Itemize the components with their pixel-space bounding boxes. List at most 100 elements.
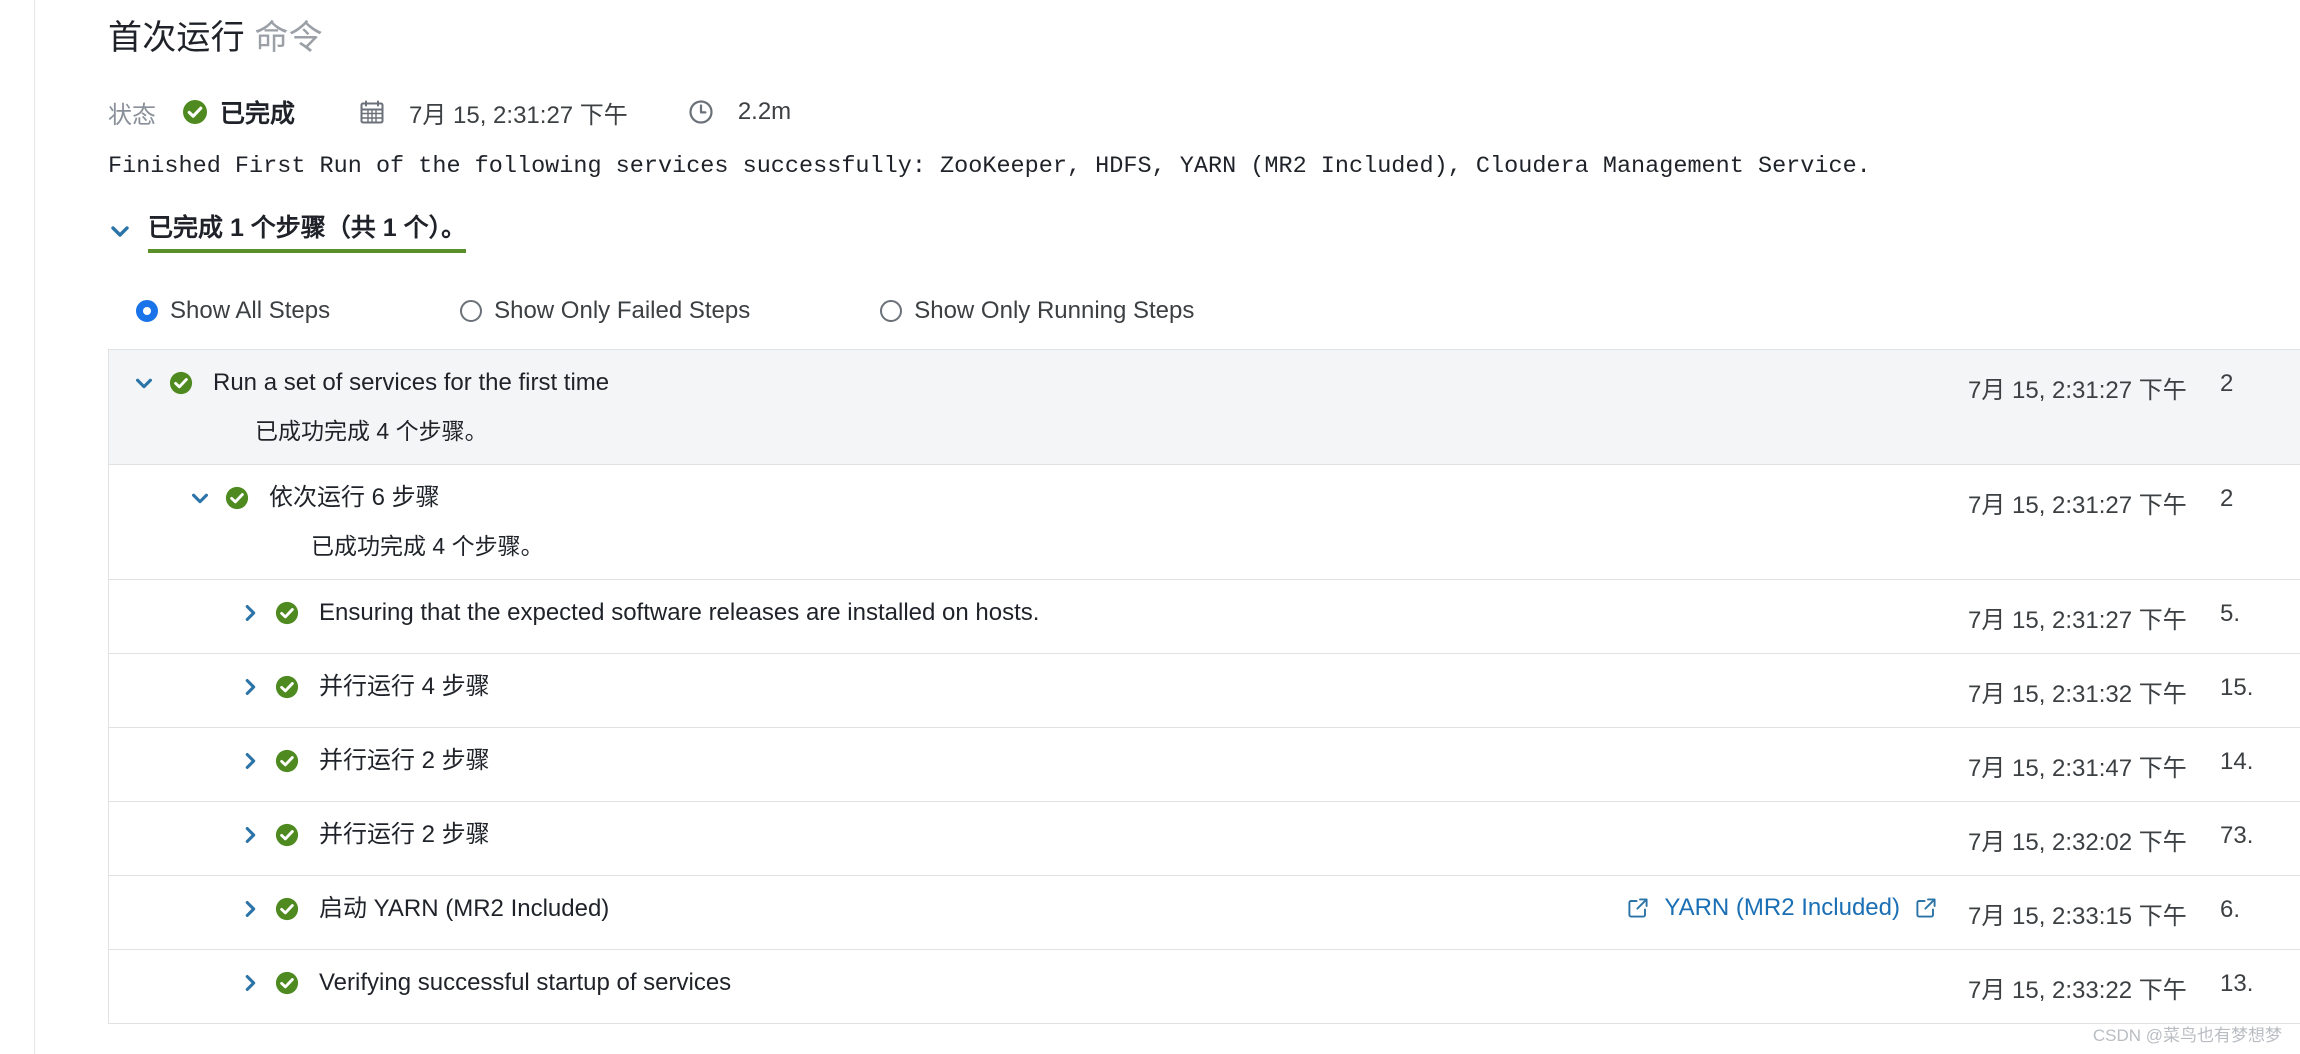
clock-icon — [688, 99, 714, 125]
radio-show-only-failed-steps[interactable]: Show Only Failed Steps — [460, 297, 750, 325]
success-check-icon — [275, 823, 299, 847]
step-texts: 并行运行 2 步骤 — [319, 746, 490, 776]
radio-mark-icon[interactable] — [460, 300, 483, 322]
step-duration: 73. — [2220, 822, 2254, 849]
table-row[interactable]: 启动 YARN (MR2 Included) YARN (MR2 Include… — [109, 876, 2300, 950]
table-row[interactable]: Ensuring that the expected software rele… — [109, 580, 2300, 654]
start-time-item: 7月 15, 2:31:27 下午 — [359, 95, 628, 130]
step-title: 并行运行 2 步骤 — [319, 747, 490, 774]
step-texts: Verifying successful startup of services — [319, 968, 731, 998]
table-row[interactable]: 依次运行 6 步骤 已成功完成 4 个步骤。 7月 15, 2:31:27 下午… — [109, 465, 2300, 580]
radio-show-all-steps[interactable]: Show All Steps — [136, 297, 330, 325]
table-row[interactable]: Verifying successful startup of services… — [109, 950, 2300, 1024]
table-row[interactable]: 并行运行 2 步骤 7月 15, 2:31:47 下午 14. — [109, 728, 2300, 802]
start-time-value: 7月 15, 2:31:27 下午 — [409, 101, 628, 129]
table-row[interactable]: 并行运行 4 步骤 7月 15, 2:31:32 下午 15. — [109, 654, 2300, 728]
step-duration: 13. — [2220, 970, 2254, 997]
step-title: 并行运行 2 步骤 — [319, 821, 490, 848]
success-check-icon — [275, 897, 299, 921]
step-subtitle: 已成功完成 4 个步骤。 — [311, 533, 544, 559]
success-check-icon — [225, 486, 249, 510]
table-row[interactable]: 并行运行 2 步骤 7月 15, 2:32:02 下午 73. — [109, 802, 2300, 876]
step-time: 7月 15, 2:31:47 下午 — [1968, 755, 2187, 782]
step-main[interactable]: 启动 YARN (MR2 Included) — [109, 894, 1626, 924]
step-title: Run a set of services for the first time — [213, 369, 610, 396]
step-main[interactable]: Verifying successful startup of services — [109, 968, 1968, 998]
service-link[interactable]: YARN (MR2 Included) — [1664, 894, 1900, 922]
chevron-right-icon[interactable] — [237, 676, 263, 698]
success-check-icon — [275, 675, 299, 699]
page-root: 首次运行 命令 状态 已完成 7月 15, 2:31:27 下午 2.2m Fi… — [0, 0, 2300, 1054]
command-meta-row: 状态 已完成 7月 15, 2:31:27 下午 2.2m — [108, 95, 2300, 129]
success-check-icon — [169, 371, 193, 395]
radio-label: Show Only Failed Steps — [494, 297, 751, 324]
step-texts: 并行运行 2 步骤 — [319, 820, 490, 850]
step-duration: 15. — [2220, 674, 2254, 701]
step-main[interactable]: Ensuring that the expected software rele… — [109, 598, 1968, 628]
summary-toggle[interactable]: 已完成 1 个步骤（共 1 个）。 — [108, 208, 2300, 253]
step-title: Verifying successful startup of services — [319, 969, 732, 996]
steps-table: Run a set of services for the first time… — [108, 349, 2300, 1024]
chevron-right-icon[interactable] — [237, 824, 263, 846]
step-time: 7月 15, 2:31:27 下午 — [1968, 377, 2187, 404]
radio-mark-icon[interactable] — [136, 300, 158, 322]
step-links[interactable]: YARN (MR2 Included) — [1626, 894, 1938, 922]
step-main[interactable]: 并行运行 2 步骤 — [109, 820, 1968, 850]
radio-show-only-running-steps[interactable]: Show Only Running Steps — [880, 297, 1194, 325]
calendar-icon — [359, 99, 385, 125]
summary-text[interactable]: 已完成 1 个步骤（共 1 个）。 — [148, 208, 467, 253]
status-label: 状态 — [108, 101, 156, 129]
step-main[interactable]: 并行运行 4 步骤 — [109, 672, 1968, 702]
step-duration: 14. — [2220, 748, 2254, 775]
page-title-sub: 命令 — [254, 19, 323, 57]
step-filter-group: Show All Steps Show Only Failed Steps Sh… — [108, 297, 2300, 325]
external-link-icon[interactable] — [1626, 896, 1650, 920]
step-main[interactable]: 并行运行 2 步骤 — [109, 746, 1968, 776]
status-badge: 已完成 — [182, 94, 295, 130]
table-row[interactable]: Run a set of services for the first time… — [109, 350, 2300, 465]
step-duration: 6. — [2220, 896, 2241, 923]
step-time: 7月 15, 2:33:15 下午 — [1968, 903, 2187, 930]
step-texts: 启动 YARN (MR2 Included) — [319, 894, 609, 924]
step-title: 依次运行 6 步骤 — [269, 484, 440, 511]
step-duration: 2 — [2220, 485, 2234, 512]
success-check-icon — [275, 971, 299, 995]
chevron-down-icon[interactable] — [187, 487, 213, 509]
radio-mark-icon[interactable] — [880, 300, 903, 322]
watermark: CSDN @菜鸟也有梦想梦 — [2092, 1026, 2282, 1045]
step-title: 启动 YARN (MR2 Included) — [319, 895, 610, 922]
chevron-down-icon[interactable] — [108, 219, 132, 243]
step-title: 并行运行 4 步骤 — [319, 673, 490, 700]
step-time: 7月 15, 2:31:27 下午 — [1968, 607, 2187, 634]
command-detail-panel: 首次运行 命令 状态 已完成 7月 15, 2:31:27 下午 2.2m Fi… — [108, 0, 2300, 1024]
step-main[interactable]: 依次运行 6 步骤 已成功完成 4 个步骤。 — [109, 483, 1968, 561]
success-check-icon — [275, 749, 299, 773]
success-check-icon — [275, 601, 299, 625]
step-texts: 依次运行 6 步骤 已成功完成 4 个步骤。 — [269, 483, 544, 561]
step-main[interactable]: Run a set of services for the first time… — [109, 368, 1968, 446]
step-time: 7月 15, 2:33:22 下午 — [1968, 977, 2187, 1004]
command-description: Finished First Run of the following serv… — [108, 153, 1871, 180]
step-title: Ensuring that the expected software rele… — [319, 599, 1040, 626]
radio-label: Show Only Running Steps — [914, 297, 1195, 324]
step-texts: Run a set of services for the first time… — [213, 368, 609, 446]
step-time: 7月 15, 2:31:27 下午 — [1968, 492, 2187, 519]
step-time: 7月 15, 2:32:02 下午 — [1968, 829, 2187, 856]
step-subtitle: 已成功完成 4 个步骤。 — [255, 418, 488, 444]
external-link-icon[interactable] — [1914, 896, 1938, 920]
chevron-down-icon[interactable] — [131, 372, 157, 394]
status-value: 已完成 — [220, 100, 296, 128]
success-check-icon — [182, 99, 208, 125]
duration-item: 2.2m — [688, 98, 791, 126]
step-time: 7月 15, 2:31:32 下午 — [1968, 681, 2187, 708]
chevron-right-icon[interactable] — [237, 972, 263, 994]
page-title: 首次运行 命令 — [108, 0, 2300, 59]
chevron-right-icon[interactable] — [237, 898, 263, 920]
step-texts: Ensuring that the expected software rele… — [319, 598, 1039, 628]
chevron-right-icon[interactable] — [237, 750, 263, 772]
duration-value: 2.2m — [737, 98, 792, 125]
page-title-main: 首次运行 — [108, 19, 245, 57]
chevron-right-icon[interactable] — [237, 602, 263, 624]
step-duration: 5. — [2220, 600, 2241, 627]
left-gutter-rule — [34, 0, 35, 1054]
